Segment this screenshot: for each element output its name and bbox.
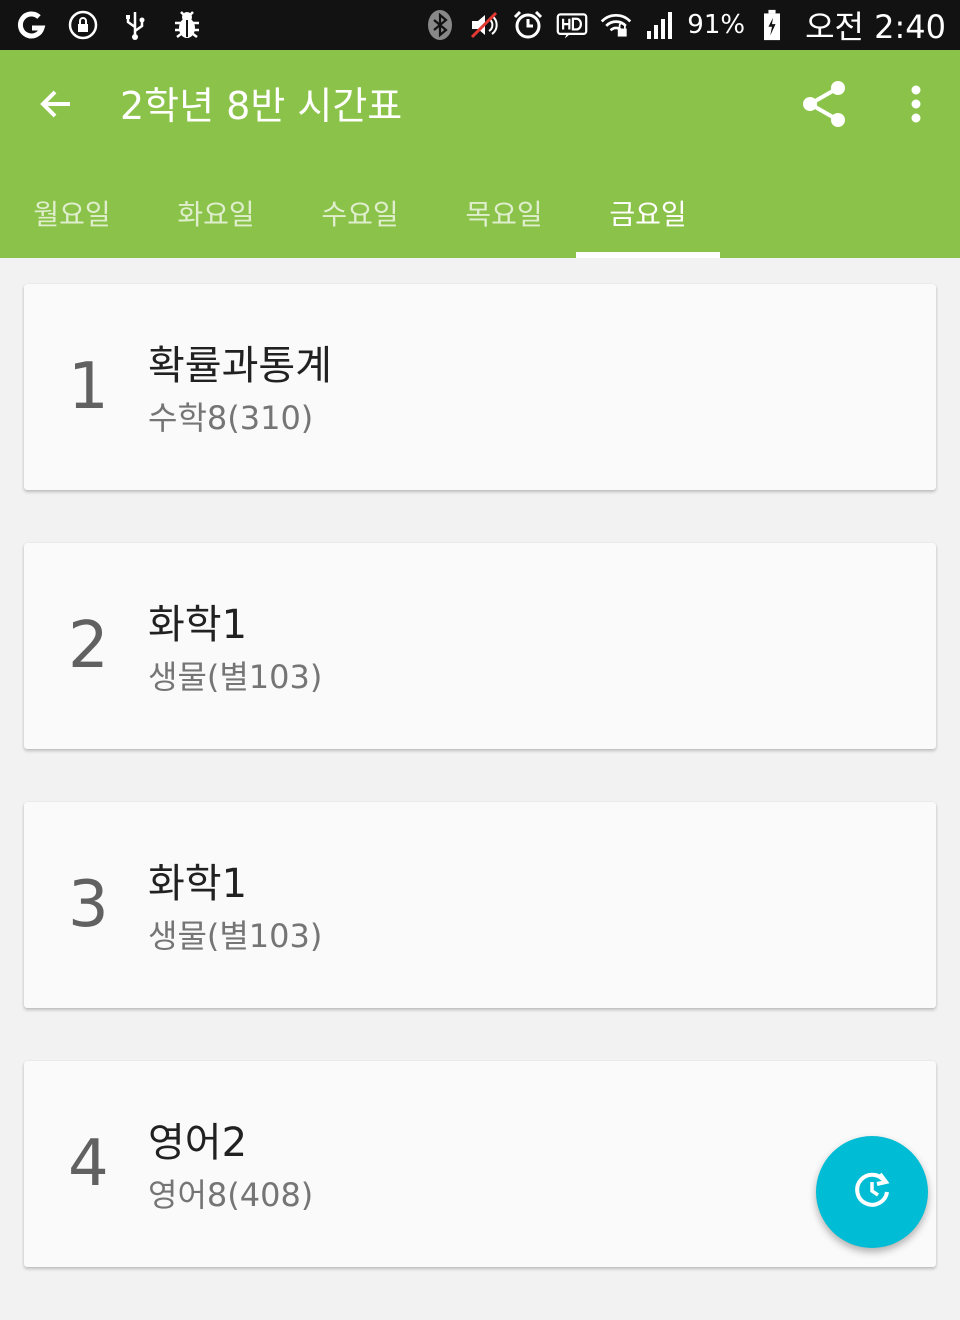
more-options-button[interactable] bbox=[892, 78, 940, 134]
battery-percent: 91% bbox=[687, 10, 746, 40]
share-icon bbox=[798, 78, 850, 134]
app-bar: 2학년 8반 시간표 월요일 화요일 수요일 목요일 금요일 bbox=[0, 50, 960, 258]
tab-monday[interactable]: 월요일 bbox=[0, 168, 144, 258]
more-vert-icon bbox=[910, 84, 922, 128]
subject-name: 화학1 bbox=[148, 861, 248, 907]
period-card[interactable]: 3 화학1 생물(별103) bbox=[24, 802, 936, 1008]
room-name: 수학8(310) bbox=[148, 399, 314, 437]
share-button[interactable] bbox=[796, 78, 852, 134]
signal-icon bbox=[643, 8, 677, 42]
wifi-icon bbox=[599, 8, 633, 42]
room-name: 생물(별103) bbox=[148, 917, 323, 955]
mute-icon bbox=[467, 8, 501, 42]
lock-icon bbox=[66, 8, 100, 42]
clock: 오전 2:40 bbox=[805, 8, 946, 46]
period-number: 1 bbox=[68, 350, 109, 424]
subject-name: 확률과통계 bbox=[148, 343, 332, 389]
subject-name: 화학1 bbox=[148, 602, 248, 648]
back-arrow-icon bbox=[36, 84, 76, 128]
alarm-icon bbox=[511, 8, 545, 42]
room-name: 영어8(408) bbox=[148, 1176, 314, 1214]
usb-icon bbox=[118, 8, 152, 42]
tab-friday[interactable]: 금요일 bbox=[576, 168, 720, 258]
tab-thursday[interactable]: 목요일 bbox=[432, 168, 576, 258]
tab-wednesday[interactable]: 수요일 bbox=[288, 168, 432, 258]
carrier-g-icon bbox=[14, 8, 48, 42]
period-card[interactable]: 2 화학1 생물(별103) bbox=[24, 543, 936, 749]
schedule-refresh-button[interactable] bbox=[816, 1136, 928, 1248]
period-number: 2 bbox=[68, 609, 109, 683]
tab-tuesday[interactable]: 화요일 bbox=[144, 168, 288, 258]
schedule-refresh-icon bbox=[850, 1168, 894, 1216]
day-tabs: 월요일 화요일 수요일 목요일 금요일 bbox=[0, 168, 960, 258]
period-number: 3 bbox=[68, 868, 109, 942]
room-name: 생물(별103) bbox=[148, 658, 323, 696]
timetable-list: 1 확률과통계 수학8(310) 2 화학1 생물(별103) 3 화학1 생물… bbox=[24, 284, 936, 1320]
period-card[interactable]: 4 영어2 영어8(408) bbox=[24, 1061, 936, 1267]
bug-icon bbox=[170, 8, 204, 42]
period-number: 4 bbox=[68, 1127, 109, 1201]
page-title: 2학년 8반 시간표 bbox=[120, 84, 403, 128]
back-button[interactable] bbox=[28, 78, 84, 134]
status-bar: 91% 오전 2:40 bbox=[0, 0, 960, 50]
battery-charging-icon bbox=[755, 8, 789, 42]
hd-icon bbox=[555, 8, 589, 42]
subject-name: 영어2 bbox=[148, 1120, 248, 1166]
bluetooth-icon bbox=[423, 8, 457, 42]
period-card[interactable]: 1 확률과통계 수학8(310) bbox=[24, 284, 936, 490]
